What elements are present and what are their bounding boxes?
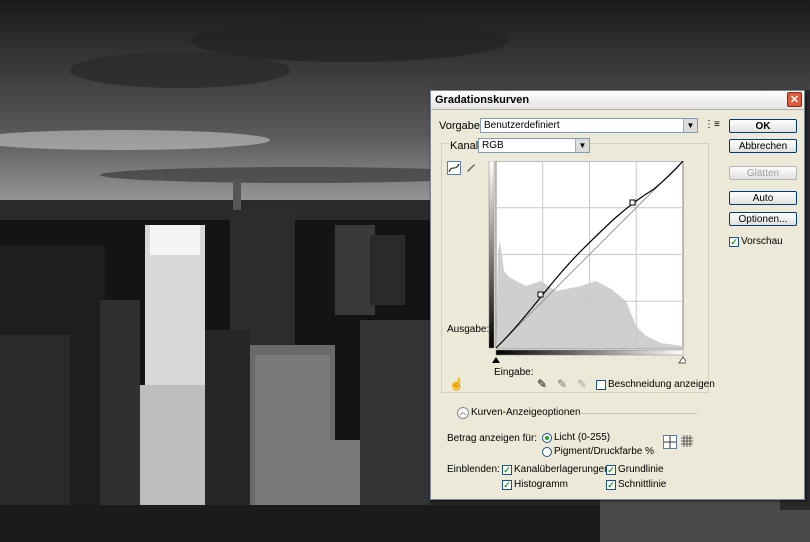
curve-point[interactable] (629, 199, 636, 206)
intersection-line-label: Schnittlinie (618, 479, 667, 490)
white-point-slider-icon[interactable] (678, 356, 686, 364)
detailed-grid-icon[interactable] (681, 435, 695, 449)
clipping-label: Beschneidung anzeigen (608, 379, 715, 390)
auto-button[interactable]: Auto (729, 191, 797, 205)
output-label: Ausgabe: (447, 324, 490, 335)
close-icon: ✕ (789, 94, 800, 106)
options-button[interactable]: Optionen... (729, 212, 797, 226)
simple-grid-icon[interactable] (663, 435, 677, 449)
black-eyedropper-icon[interactable]: ✎ (537, 377, 547, 391)
preview-label: Vorschau (741, 236, 783, 247)
curves-graph[interactable] (486, 161, 686, 375)
black-point-slider-icon[interactable] (492, 357, 500, 363)
light-radio[interactable] (542, 433, 552, 443)
ok-button[interactable]: OK (729, 119, 797, 133)
clipping-checkbox[interactable] (596, 380, 606, 390)
preset-select[interactable]: Benutzerdefiniert ▼ (480, 118, 698, 133)
baseline-label: Grundlinie (618, 464, 664, 475)
smooth-button[interactable]: Glätten (729, 166, 797, 180)
input-gradient-bar (495, 349, 684, 356)
curve-display-options-label[interactable]: Kurven-Anzeigeoptionen (471, 407, 581, 418)
preset-options-icon[interactable]: ⋮≡ (704, 119, 720, 130)
dialog-titlebar[interactable]: Gradationskurven ✕ (431, 91, 804, 110)
intersection-line-checkbox[interactable]: ✓ (606, 480, 616, 490)
baseline-checkbox[interactable]: ✓ (606, 465, 616, 475)
channel-overlays-checkbox[interactable]: ✓ (502, 465, 512, 475)
dialog-title: Gradationskurven (435, 94, 530, 106)
close-button[interactable]: ✕ (787, 92, 802, 107)
input-label: Eingabe: (494, 367, 534, 378)
preset-label: Vorgabe: (439, 120, 484, 132)
histogram-label: Histogramm (514, 479, 568, 490)
show-label: Einblenden: (447, 464, 500, 475)
channel-select[interactable]: RGB ▼ (478, 138, 590, 153)
histogram-checkbox[interactable]: ✓ (502, 480, 512, 490)
chevron-down-icon: ▼ (575, 139, 589, 152)
output-gradient-bar (488, 161, 495, 349)
gray-eyedropper-icon[interactable]: ✎ (557, 377, 567, 391)
collapse-chevron-icon[interactable]: ︿ (457, 407, 469, 419)
divider (577, 413, 697, 414)
pigment-radio[interactable] (542, 447, 552, 457)
pigment-radio-label: Pigment/Druckfarbe % (554, 446, 655, 457)
pencil-tool-icon[interactable] (465, 161, 479, 175)
show-amount-label: Betrag anzeigen für: (447, 433, 538, 444)
curve-point[interactable] (537, 291, 544, 298)
curves-dialog: Gradationskurven ✕ Vorgabe: Benutzerdefi… (430, 90, 805, 500)
preset-value: Benutzerdefiniert (484, 120, 560, 131)
channel-value: RGB (482, 140, 504, 151)
light-radio-label: Licht (0-255) (554, 432, 611, 443)
channel-overlays-label: Kanalüberlagerungen (514, 464, 610, 475)
curve-point-tool-icon[interactable] (447, 161, 461, 175)
chevron-down-icon: ▼ (683, 119, 697, 132)
cancel-button[interactable]: Abbrechen (729, 139, 797, 153)
white-eyedropper-icon[interactable]: ✎ (577, 377, 587, 391)
hand-adjust-tool-icon[interactable]: ☝ (449, 377, 464, 391)
preview-checkbox[interactable]: ✓ (729, 237, 739, 247)
